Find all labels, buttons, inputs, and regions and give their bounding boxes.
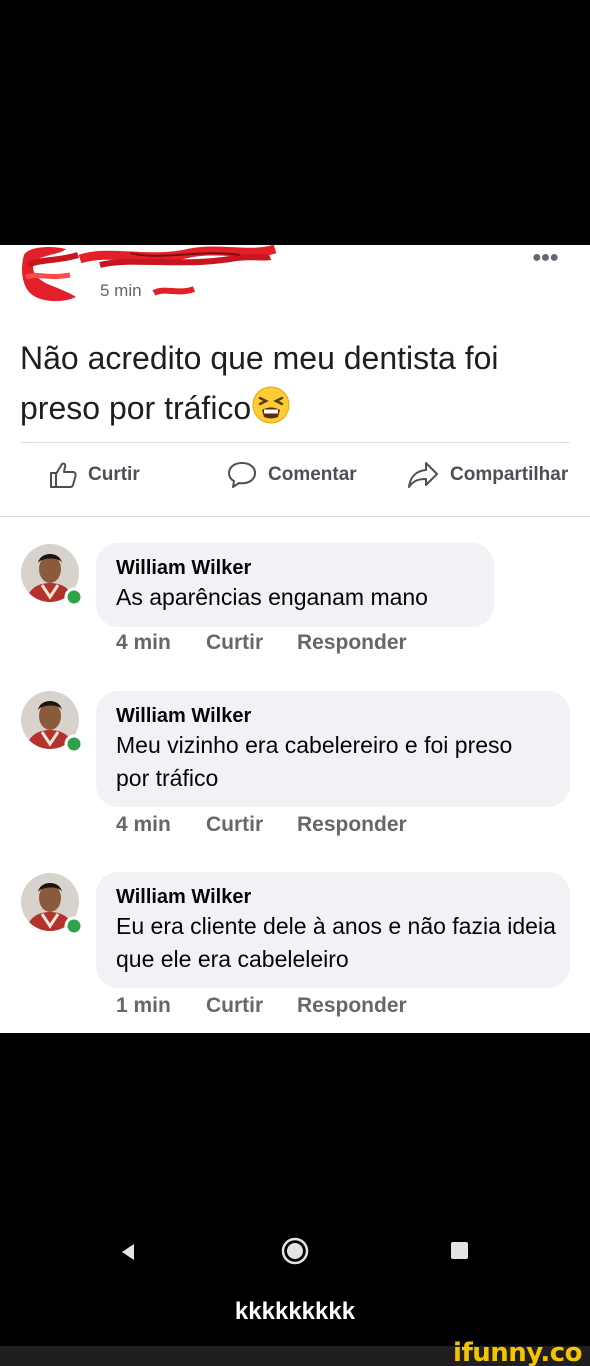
comment-text: Eu era cliente dele à anos e não fazia i… — [116, 913, 556, 972]
comment-bubble[interactable]: William Wilker Eu era cliente dele à ano… — [96, 872, 570, 988]
actions-divider — [0, 516, 590, 517]
commenter-avatar[interactable] — [20, 872, 86, 938]
nav-back-icon[interactable] — [120, 1243, 136, 1261]
comment-like-button[interactable]: Curtir — [206, 813, 297, 837]
more-dots-icon[interactable]: ●●● — [532, 249, 559, 267]
comment-bubble[interactable]: William Wilker Meu vizinho era cabelerei… — [96, 691, 570, 807]
comment-text: As aparências enganam mano — [116, 584, 428, 610]
nav-recent-apps-icon[interactable] — [451, 1242, 468, 1259]
commenter-avatar[interactable] — [20, 543, 86, 609]
comment-bubble[interactable]: William Wilker As aparências enganam man… — [96, 543, 494, 627]
comment-like-button[interactable]: Curtir — [206, 994, 297, 1018]
share-arrow-icon — [408, 462, 438, 488]
top-black-area — [0, 0, 590, 245]
post-divider — [20, 442, 570, 443]
comment-like-button[interactable]: Curtir — [206, 631, 297, 655]
redacted-privacy-icon — [152, 286, 195, 296]
share-button[interactable]: Compartilhar — [406, 460, 568, 490]
like-label: Curtir — [88, 464, 140, 485]
commenter-name[interactable]: William Wilker — [116, 703, 550, 729]
comment-time[interactable]: 1 min — [116, 994, 206, 1018]
comment-label: Comentar — [268, 464, 357, 485]
comment-time[interactable]: 4 min — [116, 813, 206, 837]
comment-reply-button[interactable]: Responder — [297, 994, 407, 1018]
share-label: Compartilhar — [450, 464, 569, 485]
commenter-name[interactable]: William Wilker — [116, 884, 550, 910]
ifunny-watermark: ifunny.co — [453, 1338, 582, 1366]
meme-caption: kkkkkkkkk — [234, 1298, 356, 1325]
redacted-author-name[interactable] — [70, 245, 280, 269]
comment-bubble-icon — [228, 462, 256, 488]
post-time: 5 min — [100, 281, 142, 300]
comment-meta: 4 min Curtir Responder — [116, 631, 407, 655]
comment-meta: 4 min Curtir Responder — [116, 813, 407, 837]
comment-time[interactable]: 4 min — [116, 631, 206, 655]
thumbs-up-icon — [50, 462, 77, 488]
post-time-row: 5 min — [100, 281, 196, 301]
post-text: Não acredito que meu dentista foi preso … — [20, 333, 580, 433]
nav-home-icon[interactable] — [281, 1237, 309, 1265]
comment-reply-button[interactable]: Responder — [297, 813, 407, 837]
commenter-avatar[interactable] — [20, 690, 86, 756]
comment-button[interactable]: Comentar — [226, 460, 357, 490]
tired-face-emoji — [252, 386, 290, 424]
like-button[interactable]: Curtir — [48, 460, 140, 490]
post-card: 5 min ●●● Não acredito que meu dentista … — [0, 245, 590, 1033]
comment-text: Meu vizinho era cabelereiro e foi preso … — [116, 732, 513, 791]
post-actions-bar: Curtir Comentar Compartilhar — [0, 460, 590, 502]
comment-reply-button[interactable]: Responder — [297, 631, 407, 655]
commenter-name[interactable]: William Wilker — [116, 555, 474, 581]
comment-meta: 1 min Curtir Responder — [116, 994, 407, 1018]
